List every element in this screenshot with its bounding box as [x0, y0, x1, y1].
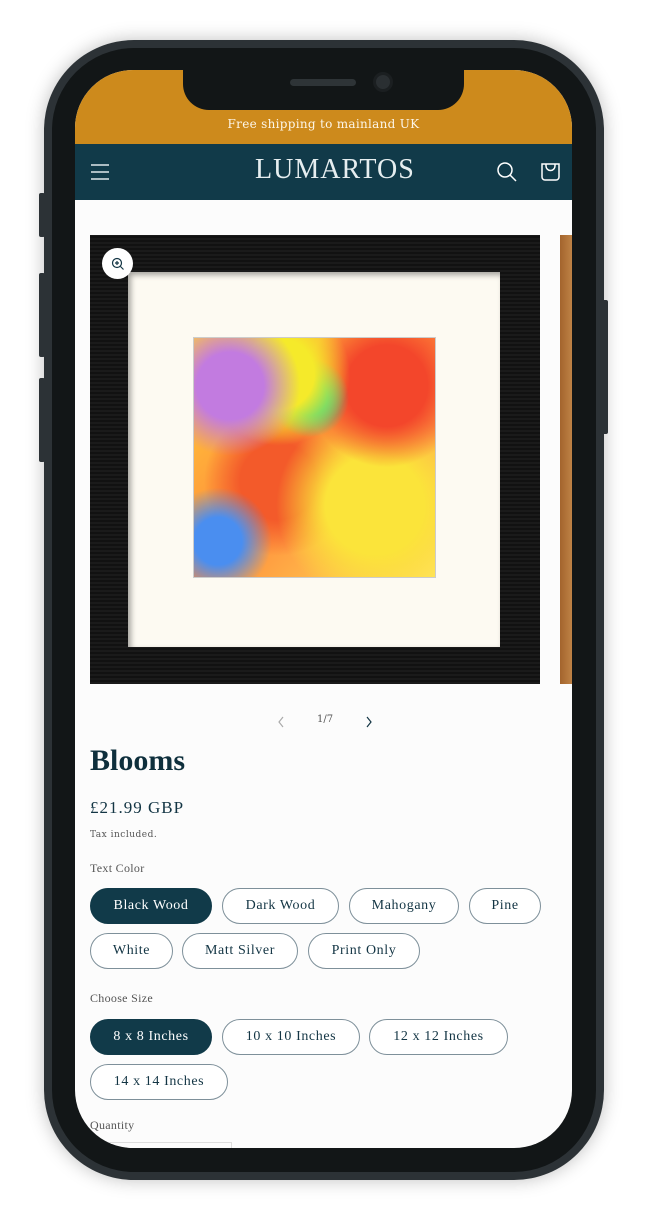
option-print-only[interactable]: Print Only: [308, 933, 420, 969]
phone-volume-up: [39, 273, 45, 357]
chevron-right-icon[interactable]: [365, 716, 373, 728]
option-black-wood[interactable]: Black Wood: [90, 888, 212, 924]
size-10x10[interactable]: 10 x 10 Inches: [222, 1019, 360, 1055]
size-12x12[interactable]: 12 x 12 Inches: [369, 1019, 508, 1055]
color-label: Text Color: [90, 861, 145, 875]
phone-notch: [183, 70, 464, 110]
size-label: Choose Size: [90, 991, 153, 1005]
frame-mat: [128, 272, 500, 647]
next-product-image[interactable]: [560, 235, 572, 684]
zoom-in-icon: [111, 257, 124, 270]
option-matt-silver[interactable]: Matt Silver: [182, 933, 298, 969]
size-14x14[interactable]: 14 x 14 Inches: [90, 1064, 228, 1100]
option-mahogany[interactable]: Mahogany: [349, 888, 459, 924]
product-image[interactable]: [90, 235, 540, 684]
hamburger-icon[interactable]: [90, 162, 110, 182]
product-price: £21.99 GBP: [90, 798, 185, 817]
chevron-left-icon[interactable]: [277, 716, 285, 728]
site-header: LUMARTOS: [75, 144, 572, 200]
logo[interactable]: LUMARTOS: [255, 154, 415, 186]
quantity-label: Quantity: [90, 1118, 135, 1132]
screen: Free shipping to mainland UK LUMARTOS 1/…: [75, 70, 572, 1148]
phone-power-button: [602, 300, 608, 434]
option-pine[interactable]: Pine: [469, 888, 541, 924]
option-dark-wood[interactable]: Dark Wood: [222, 888, 339, 924]
artwork: [193, 337, 436, 578]
phone-mute-button: [39, 193, 45, 237]
phone-volume-down: [39, 378, 45, 462]
quantity-stepper[interactable]: [90, 1142, 232, 1148]
slide-counter: 1/7: [317, 714, 334, 725]
tax-note: Tax included.: [90, 830, 158, 840]
search-icon[interactable]: [496, 161, 518, 183]
cart-icon[interactable]: [540, 160, 561, 182]
product-title: Blooms: [90, 744, 186, 777]
size-8x8[interactable]: 8 x 8 Inches: [90, 1019, 212, 1055]
zoom-button[interactable]: [102, 248, 133, 279]
option-white[interactable]: White: [90, 933, 173, 969]
